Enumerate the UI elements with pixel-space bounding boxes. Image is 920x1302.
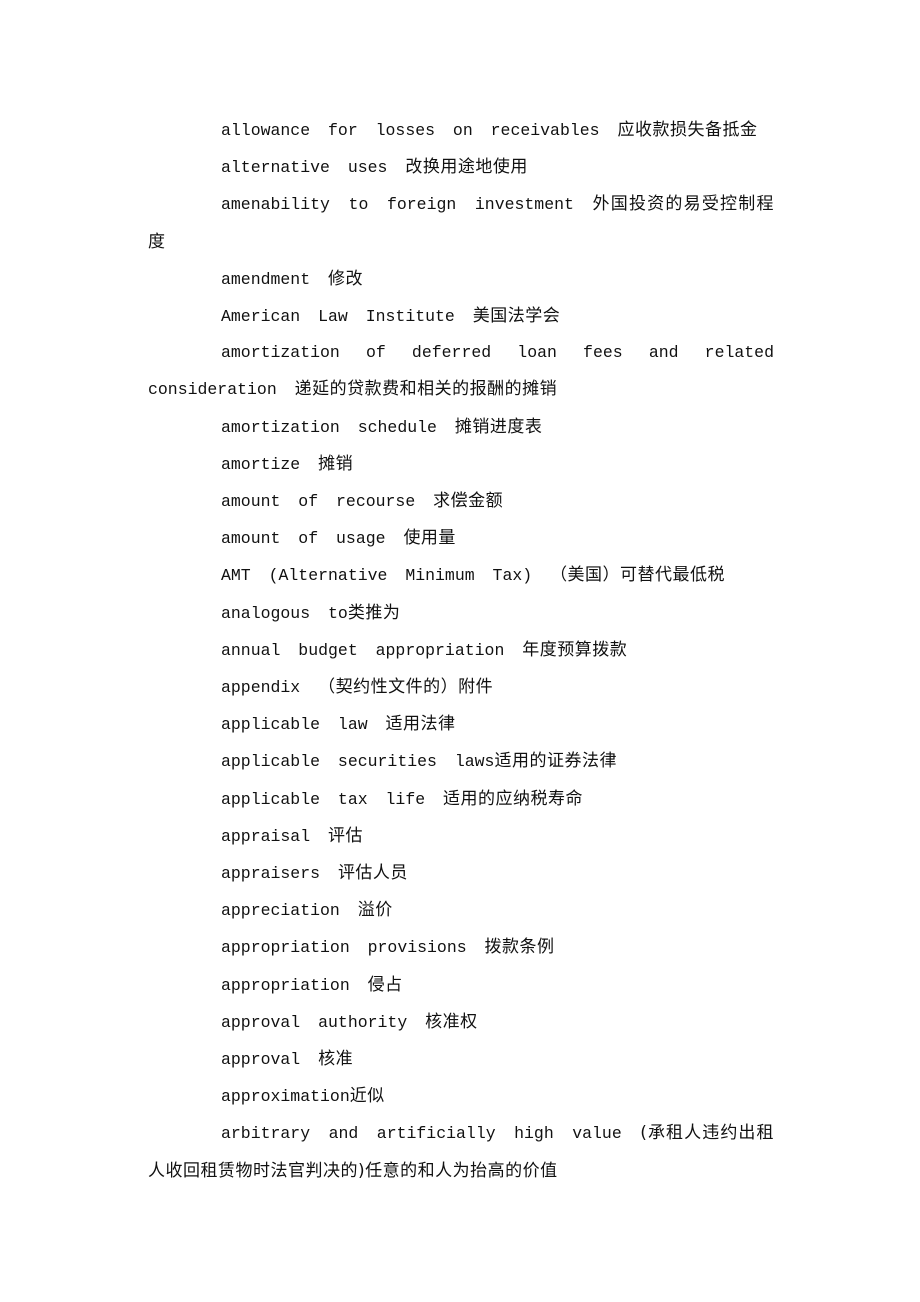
entry-translation: （契约性文件的）附件 [318, 677, 494, 698]
entry-term: appraisers [221, 864, 321, 884]
entry-term: approval [221, 1050, 301, 1070]
entry-translation: 适用法律 [385, 714, 456, 735]
entry-term: appropriation [221, 975, 350, 995]
entry-term: appropriation provisions [221, 938, 467, 958]
entry-term: annual budget appropriation [221, 640, 505, 660]
glossary-entry: amount of usage 使用量 [148, 520, 774, 557]
glossary-entry: appropriation provisions 拨款条例 [148, 929, 774, 966]
glossary-entry: applicable securities laws适用的证券法律 [148, 743, 774, 780]
entry-term: appreciation [221, 901, 340, 921]
entry-term: applicable tax life [221, 789, 426, 809]
glossary-entry: American Law Institute 美国法学会 [148, 298, 774, 335]
entry-translation: 评估人员 [337, 863, 408, 884]
entry-translation: 递延的贷款费和相关的报酬的摊销 [294, 379, 558, 400]
glossary-entry: approval 核准 [148, 1041, 774, 1078]
entry-translation: 核准权 [425, 1011, 478, 1032]
entry-translation: 应收款损失备抵金 [617, 120, 758, 140]
entry-translation: 类推为 [347, 602, 401, 623]
entry-translation: （美国）可替代最低税 [550, 565, 726, 586]
entry-translation: 侵占 [367, 974, 403, 995]
entry-translation: 使用量 [403, 528, 456, 549]
entry-term: appraisal [221, 826, 311, 846]
entry-translation: 摊销进度表 [454, 416, 543, 437]
glossary-entry: approval authority 核准权 [148, 1004, 774, 1041]
entry-translation: 适用的应纳税寿命 [443, 788, 584, 809]
glossary-entry: amenability to foreign investment 外国投资的易… [148, 186, 774, 260]
entry-translation: 核准 [318, 1049, 354, 1070]
entry-term: approval authority [221, 1012, 408, 1032]
glossary-entry: appraisers 评估人员 [148, 855, 774, 892]
glossary-entry: appropriation 侵占 [148, 967, 774, 1004]
entry-translation: 近似 [349, 1086, 385, 1107]
glossary-entry: allowance for losses on receivables 应收款损… [148, 112, 774, 149]
glossary-entry: amendment 修改 [148, 261, 774, 298]
glossary-entry: appendix （契约性文件的）附件 [148, 669, 774, 706]
glossary-entry: arbitrary and artificially high value (承… [148, 1115, 774, 1189]
entry-translation: 评估 [328, 825, 364, 846]
entry-translation: 溢价 [357, 900, 393, 921]
entry-translation: 年度预算拨款 [522, 639, 628, 660]
entry-term: amount of usage [221, 529, 386, 549]
entry-term: appendix [221, 678, 301, 698]
entry-term: applicable law [221, 715, 368, 735]
entry-translation: 摊销 [318, 453, 354, 474]
entry-translation: 修改 [328, 268, 364, 289]
entry-term: alternative uses [221, 158, 388, 178]
entry-translation: 适用的证券法律 [494, 751, 617, 772]
entry-term: amortization schedule [221, 417, 437, 437]
document-page: allowance for losses on receivables 应收款损… [148, 112, 774, 1190]
glossary-entry: amortization of deferred loan fees and r… [148, 335, 774, 408]
glossary-entry: annual budget appropriation 年度预算拨款 [148, 632, 774, 669]
entry-term: applicable securities laws [221, 752, 495, 772]
entry-translation: 美国法学会 [472, 306, 561, 327]
glossary-entry: applicable tax life 适用的应纳税寿命 [148, 781, 774, 818]
glossary-entry: appraisal 评估 [148, 818, 774, 855]
glossary-entry: amortize 摊销 [148, 446, 774, 483]
glossary-entry: analogous to类推为 [148, 595, 774, 632]
glossary-entry: alternative uses 改换用途地使用 [148, 149, 774, 186]
entry-translation: 改换用途地使用 [405, 157, 528, 178]
entry-term: AMT (Alternative Minimum Tax) [221, 566, 533, 586]
entry-term: American Law Institute [221, 307, 455, 327]
glossary-entry: AMT (Alternative Minimum Tax) （美国）可替代最低税 [148, 557, 774, 594]
entry-term: amount of recourse [221, 492, 416, 512]
glossary-entry: applicable law 适用法律 [148, 706, 774, 743]
glossary-entry: amount of recourse 求偿金额 [148, 483, 774, 520]
glossary-entry: appreciation 溢价 [148, 892, 774, 929]
glossary-entry: amortization schedule 摊销进度表 [148, 409, 774, 446]
entry-translation: 求偿金额 [433, 491, 504, 512]
entry-term: arbitrary and artificially high value [221, 1124, 622, 1144]
entry-translation: 拨款条例 [484, 937, 555, 958]
entry-term: allowance for losses on receivables [221, 121, 600, 140]
entry-term: analogous to [221, 603, 348, 623]
entry-term: amendment [221, 269, 311, 289]
entry-term: approximation [221, 1087, 350, 1107]
entry-term: amortize [221, 454, 301, 474]
entry-term: amenability to foreign investment [221, 195, 574, 215]
glossary-entry: approximation近似 [148, 1078, 774, 1115]
